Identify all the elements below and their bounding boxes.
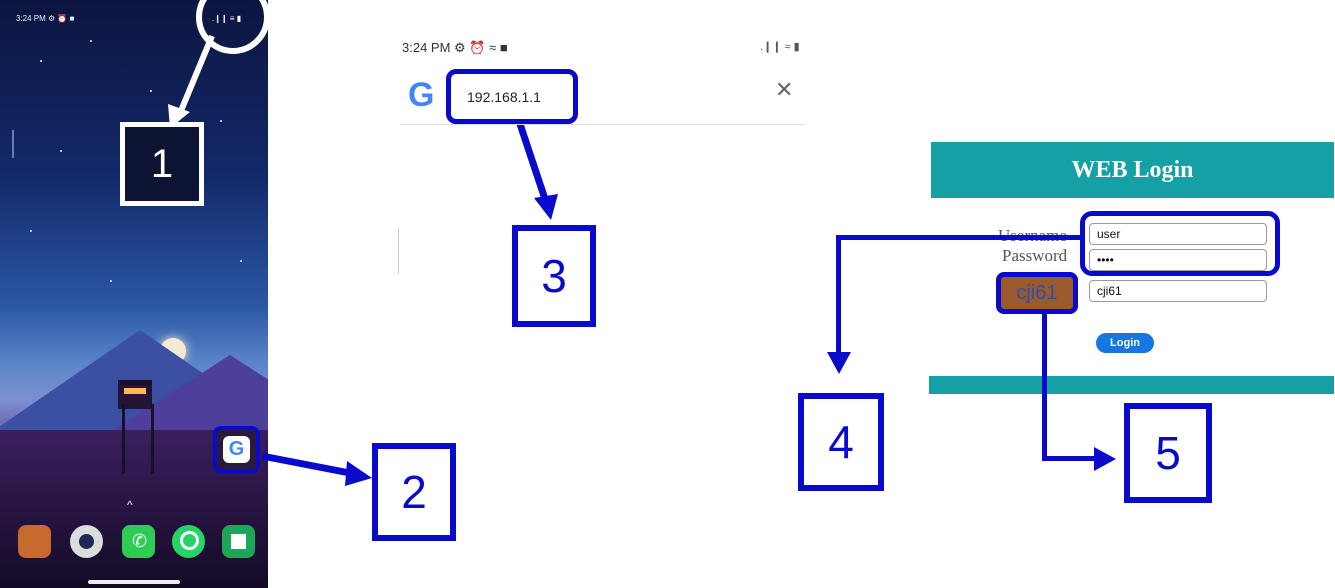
captcha-image: cji61 [996,272,1078,314]
arrow-4-head [827,352,851,374]
url-text: 192.168.1.1 [467,88,541,105]
step-1-label: 1 [120,122,204,206]
credentials-highlight-box [1080,211,1280,276]
browser-status-time: 3:24 PM ⚙ ⏰ ≈ ■ [402,40,508,55]
arrow-5-vertical [1042,314,1047,460]
address-bar-input[interactable]: 192.168.1.1 [446,69,578,124]
browser-signal-icons: .❙❙ ≈ ▮ [760,41,800,53]
page-edge-line [398,228,399,274]
arrow-4-vertical [836,235,841,355]
step-4-label: 4 [798,393,884,491]
login-button[interactable]: Login [1096,333,1154,353]
arrow-4-horizontal [838,235,1082,240]
captcha-input[interactable]: cji61 [1089,280,1267,302]
web-login-footer-bar [929,376,1334,394]
google-logo-icon: G [408,76,435,114]
address-bar-divider [400,124,805,125]
arrow-5-head [1094,447,1116,471]
close-icon[interactable]: ✕ [775,77,793,103]
arrow-5-horizontal [1042,456,1098,461]
step-3-label: 3 [512,225,596,327]
step-5-label: 5 [1124,403,1212,503]
password-label: Password [1002,246,1068,265]
web-login-title: WEB Login [1071,156,1194,183]
web-login-header: WEB Login [931,142,1334,198]
step-2-label: 2 [372,443,456,541]
